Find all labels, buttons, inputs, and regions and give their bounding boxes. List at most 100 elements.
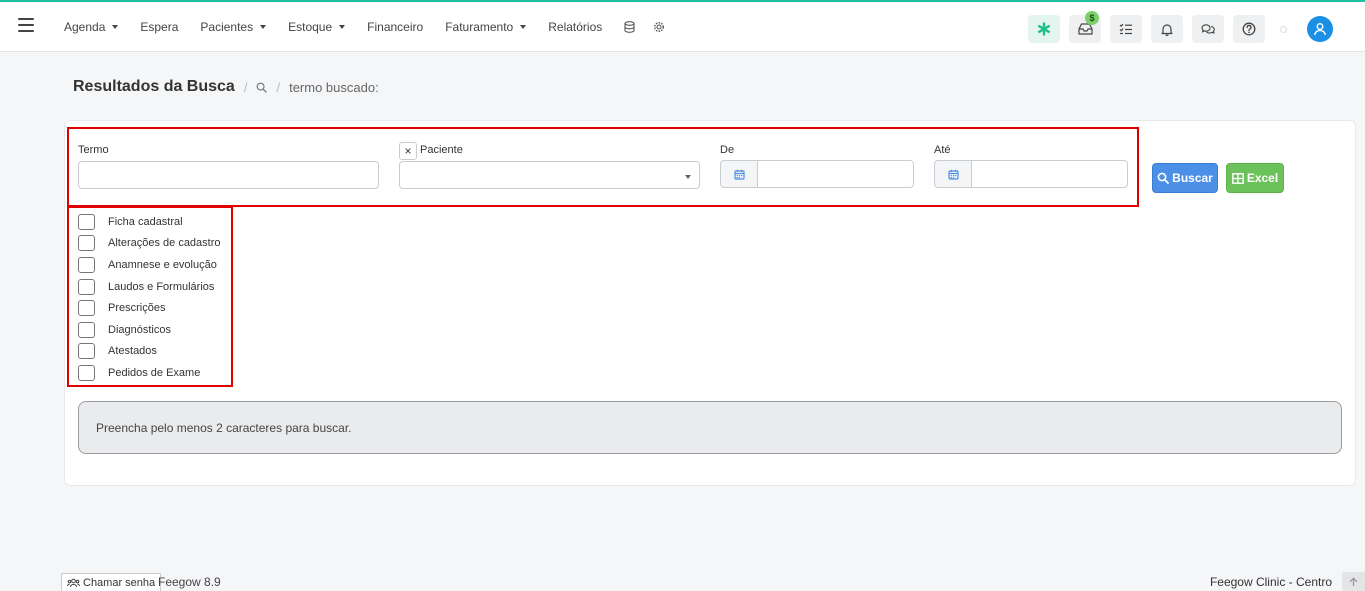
nav-label: Estoque	[288, 20, 333, 34]
nav-label: Agenda	[64, 20, 106, 34]
user-icon	[1314, 23, 1326, 36]
nav-label: Espera	[140, 20, 179, 34]
users-icon	[67, 578, 80, 587]
excel-button[interactable]: Excel	[1226, 163, 1284, 193]
checkbox-label: Alterações de cadastro	[108, 237, 221, 250]
nav-item-financeiro[interactable]: Financeiro	[367, 20, 423, 34]
clear-patient-button[interactable]: ×	[399, 142, 417, 160]
checkbox-atestados[interactable]: Atestados	[78, 341, 221, 363]
breadcrumb-separator: /	[276, 79, 281, 95]
checkbox[interactable]	[78, 343, 95, 360]
de-date-input[interactable]	[757, 160, 914, 188]
nav-item-estoque[interactable]: Estoque	[288, 20, 346, 34]
table-icon	[1231, 172, 1244, 184]
checkbox-label: Atestados	[108, 345, 157, 358]
termo-label: Termo	[78, 144, 109, 156]
caret-down-icon	[339, 25, 346, 29]
paciente-select[interactable]	[399, 161, 700, 189]
notifications-button[interactable]	[1151, 15, 1183, 43]
inbox-badge: $	[1085, 11, 1099, 25]
checkbox-anamnese-evolucao[interactable]: Anamnese e evolução	[78, 254, 221, 276]
nav-label: Relatórios	[548, 20, 603, 34]
alert-message: Preencha pelo menos 2 caracteres para bu…	[96, 420, 352, 435]
page-title: Resultados da Busca	[73, 78, 235, 95]
checkbox-label: Ficha cadastral	[108, 215, 183, 228]
termo-input[interactable]	[78, 161, 379, 189]
ate-date-group	[934, 160, 1128, 188]
arrow-up-icon	[1349, 576, 1358, 586]
app-version: Feegow 8.9	[158, 575, 221, 589]
nav-label: Faturamento	[445, 20, 514, 34]
search-icon	[257, 82, 268, 93]
menu-icon[interactable]	[18, 18, 34, 32]
asterisk-button[interactable]	[1028, 15, 1060, 43]
checkbox[interactable]	[78, 321, 95, 338]
nav-label: Financeiro	[367, 20, 424, 34]
nav-item-agenda[interactable]: Agenda	[64, 20, 119, 34]
gear-icon[interactable]	[653, 21, 665, 33]
filter-checkbox-list: Ficha cadastral Alterações de cadastro A…	[78, 211, 221, 384]
checkbox-label: Pedidos de Exame	[108, 366, 201, 379]
ate-date-input[interactable]	[971, 160, 1128, 188]
task-list-button[interactable]	[1110, 15, 1142, 43]
checkbox-diagnosticos[interactable]: Diagnósticos	[78, 319, 221, 341]
caret-down-icon	[520, 25, 527, 29]
chat-button[interactable]	[1192, 15, 1224, 43]
checkbox-label: Laudos e Formulários	[108, 280, 215, 293]
buscar-button[interactable]: Buscar	[1152, 163, 1218, 193]
asterisk-icon	[1038, 22, 1051, 36]
inbox-button[interactable]: $	[1069, 11, 1101, 43]
checkbox-label: Prescrições	[108, 302, 166, 315]
status-dot	[1280, 25, 1287, 33]
top-navbar: Agenda Espera Pacientes Estoque Financei…	[0, 0, 1365, 52]
calendar-icon[interactable]	[934, 160, 971, 188]
checkbox-alteracoes-cadastro[interactable]: Alterações de cadastro	[78, 233, 221, 255]
clinic-name: Feegow Clinic - Centro	[1209, 575, 1332, 589]
nav-label: Pacientes	[200, 20, 254, 34]
nav-item-faturamento[interactable]: Faturamento	[445, 20, 527, 34]
checkbox-pedidos-exame[interactable]: Pedidos de Exame	[78, 362, 221, 384]
chamar-senha-label: Chamar senha	[83, 576, 156, 589]
nav-item-pacientes[interactable]: Pacientes	[200, 20, 267, 34]
help-icon	[1242, 22, 1256, 36]
checkbox-prescricoes[interactable]: Prescrições	[78, 297, 221, 319]
caret-down-icon	[112, 25, 119, 29]
checkbox[interactable]	[78, 235, 95, 252]
excel-label: Excel	[1246, 171, 1279, 185]
buscar-label: Buscar	[1172, 171, 1213, 185]
checkbox[interactable]	[78, 256, 95, 273]
checkbox[interactable]	[78, 300, 95, 317]
database-icon[interactable]	[624, 21, 635, 33]
footer: Chamar senha Feegow 8.9 Feegow Clinic - …	[0, 572, 1365, 591]
chat-icon	[1201, 24, 1215, 34]
help-button[interactable]	[1233, 15, 1265, 43]
de-date-group	[720, 160, 914, 188]
checkbox-laudos-formularios[interactable]: Laudos e Formulários	[78, 276, 221, 298]
chamar-senha-button[interactable]: Chamar senha	[61, 573, 162, 591]
caret-down-icon	[685, 175, 691, 179]
checkbox[interactable]	[78, 364, 95, 381]
ate-label: Até	[934, 144, 951, 156]
main-nav: Agenda Espera Pacientes Estoque Financei…	[64, 2, 683, 52]
nav-item-espera[interactable]: Espera	[140, 20, 178, 34]
de-label: De	[720, 144, 735, 156]
breadcrumb-separator: /	[243, 79, 248, 95]
search-term-label: termo buscado:	[289, 79, 379, 95]
task-list-icon	[1119, 23, 1132, 35]
top-actions: $	[1028, 11, 1333, 43]
user-avatar[interactable]	[1307, 16, 1333, 42]
checkbox[interactable]	[78, 278, 95, 295]
search-icon	[1157, 172, 1170, 184]
calendar-icon[interactable]	[720, 160, 757, 188]
checkbox-ficha-cadastral[interactable]: Ficha cadastral	[78, 211, 221, 233]
paciente-label: Paciente	[420, 144, 463, 156]
bell-icon	[1161, 23, 1173, 36]
scroll-top-button[interactable]	[1342, 572, 1365, 591]
nav-item-relatorios[interactable]: Relatórios	[548, 20, 602, 34]
caret-down-icon	[260, 25, 267, 29]
checkbox-label: Diagnósticos	[108, 323, 171, 336]
breadcrumb: Resultados da Busca / / termo buscado:	[73, 78, 379, 96]
info-alert: Preencha pelo menos 2 caracteres para bu…	[78, 401, 1342, 454]
checkbox-label: Anamnese e evolução	[108, 258, 217, 271]
checkbox[interactable]	[78, 213, 95, 230]
